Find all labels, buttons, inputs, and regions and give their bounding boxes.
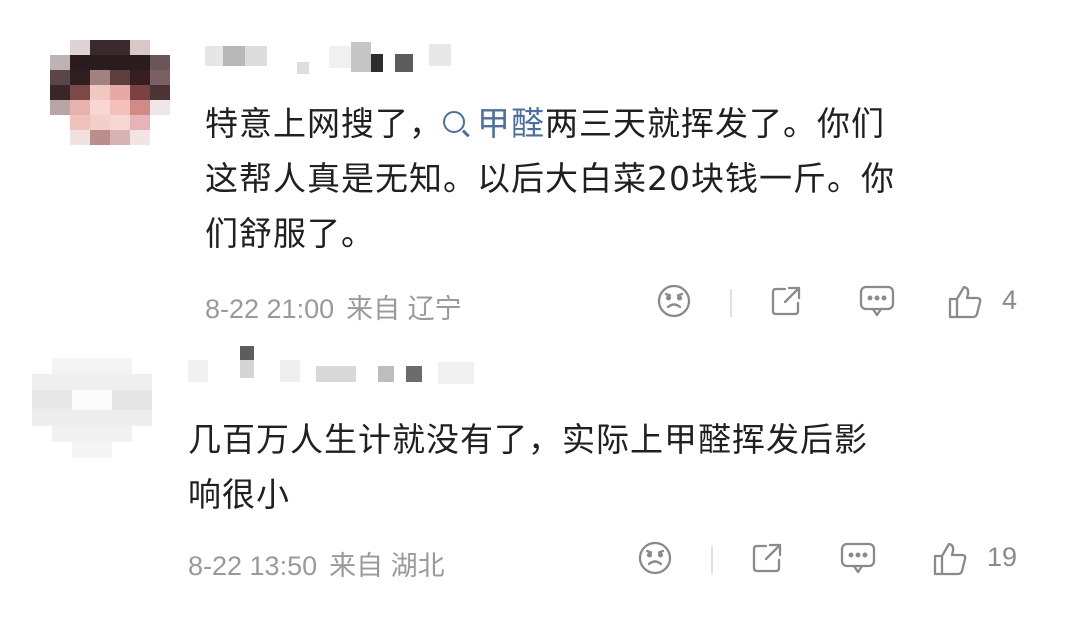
comment-text: 特意上网搜了， 甲醛两三天就挥发了。你们 这帮人真是无知。以后大白菜20块钱一斤。… [205,104,895,253]
comment-text: 几百万人生计就没有了，实际上甲醛挥发后影 响很小 [188,420,868,514]
dislike-face-icon[interactable] [637,540,673,580]
timestamp: 8-22 13:50 [188,551,318,581]
search-icon [443,111,465,133]
avatar[interactable] [32,358,152,458]
comment-item: 几百万人生计就没有了，实际上甲醛挥发后影 响很小 8-22 13:50 来自 湖北… [0,340,1080,621]
share-icon[interactable] [768,283,804,323]
share-icon[interactable] [749,540,785,580]
comment-icon[interactable] [839,540,877,580]
location: 来自 辽宁 [346,294,462,324]
location: 来自 湖北 [329,551,445,581]
thumbs-up-icon[interactable] [946,283,984,325]
comment-icon[interactable] [858,283,896,323]
dislike-face-icon[interactable] [656,283,692,323]
comment-meta: 8-22 21:00 来自 辽宁 [205,287,474,326]
comment-meta: 8-22 13:50 来自 湖北 [188,544,457,583]
thumbs-up-icon[interactable] [931,540,969,582]
like-count: 19 [987,542,1018,572]
avatar[interactable] [50,40,170,145]
divider [730,289,732,317]
comment-actions: 4 [650,283,1030,323]
comment-actions: 19 [633,540,1033,580]
divider [711,546,713,574]
username[interactable] [205,42,465,74]
username[interactable] [188,346,488,384]
topic-link[interactable]: 甲醛 [443,104,545,143]
comment-item: 特意上网搜了， 甲醛两三天就挥发了。你们 这帮人真是无知。以后大白菜20块钱一斤。… [0,0,1080,340]
timestamp: 8-22 21:00 [205,294,335,324]
like-count: 4 [1002,285,1018,315]
